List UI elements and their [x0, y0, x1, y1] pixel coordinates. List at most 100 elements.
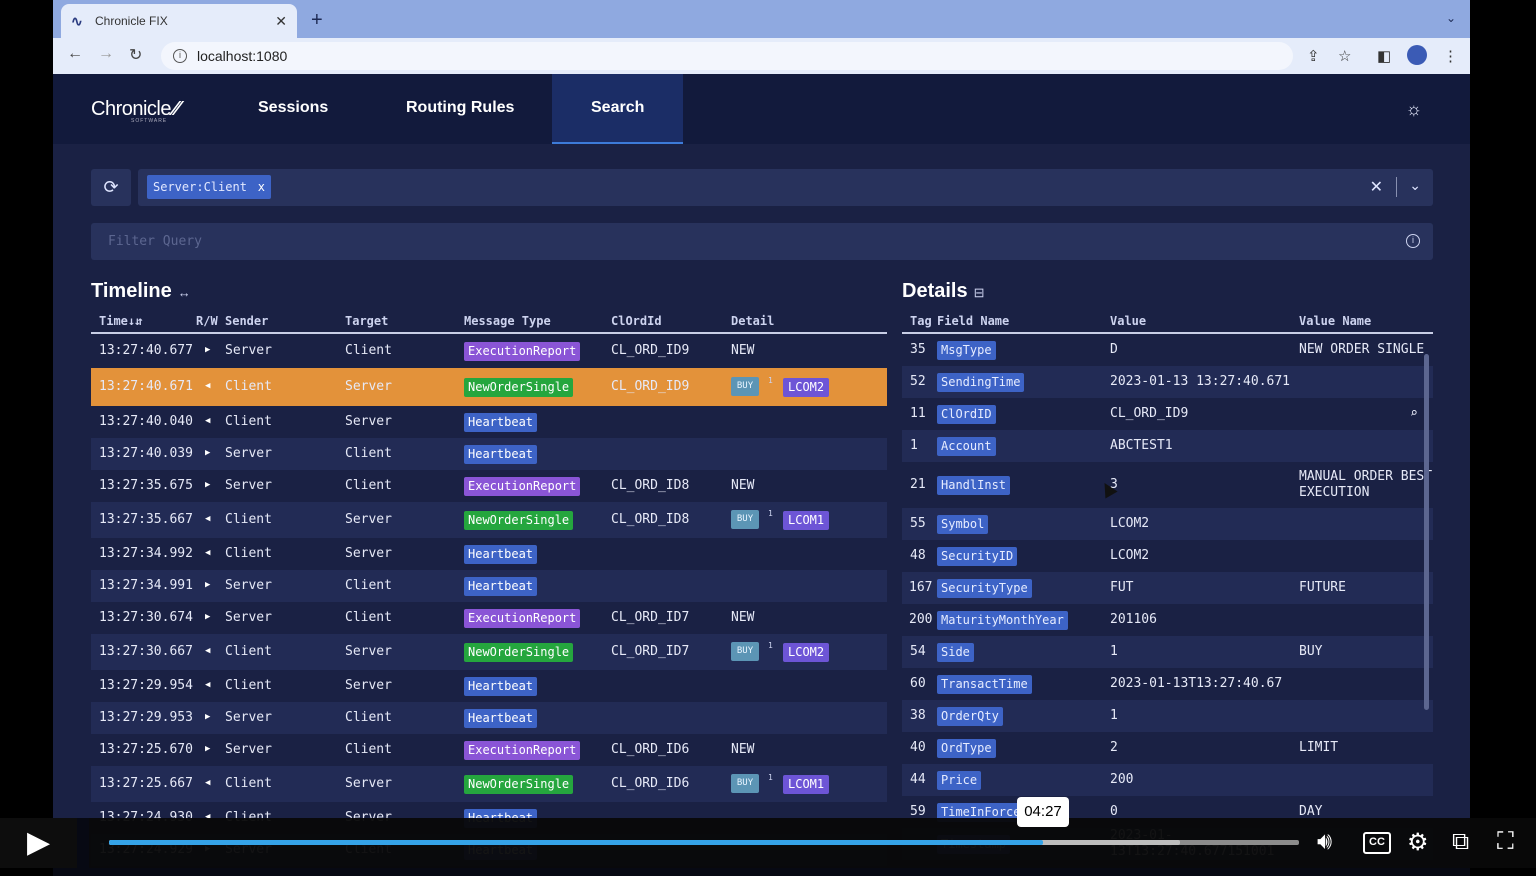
table-row[interactable]: 13:27:34.991 ▶ Server Client Heartbeat [91, 570, 887, 602]
row-target: Client [345, 610, 392, 625]
theme-toggle-sun-icon[interactable]: ☼ [1406, 99, 1423, 120]
video-progress-track[interactable] [109, 840, 1299, 845]
table-row[interactable]: 13:27:29.954 ◀ Client Server Heartbeat [91, 670, 887, 702]
details-scrollbar[interactable] [1424, 354, 1429, 710]
tab-close-icon[interactable]: ✕ [275, 13, 287, 30]
quantity-superscript: 1 [768, 376, 773, 385]
back-arrow-icon[interactable]: ← [67, 45, 83, 63]
col-tag: Tag [910, 314, 932, 328]
direction-in-icon: ◀ [205, 416, 211, 426]
detail-row[interactable]: 21 HandlInst 3 MANUAL ORDER BEST EXECUTION [902, 462, 1433, 508]
new-tab-button[interactable]: + [311, 9, 323, 32]
side-panel-icon[interactable]: ◧ [1377, 47, 1391, 65]
detail-row[interactable]: 167 SecurityType FUT FUTURE [902, 572, 1433, 604]
url-text: localhost:1080 [197, 48, 288, 64]
detail-row[interactable]: 55 Symbol LCOM2 [902, 508, 1433, 540]
browser-tab[interactable]: ∿ Chronicle FIX ✕ [61, 4, 297, 38]
chip-remove-icon[interactable]: x [258, 175, 265, 199]
field-name-badge: Side [937, 643, 974, 662]
tab-title: Chronicle FIX [95, 14, 168, 28]
message-type-badge: Heartbeat [464, 413, 538, 432]
forward-arrow-icon[interactable]: → [98, 45, 114, 63]
filter-info-icon[interactable]: i [1406, 234, 1420, 248]
site-info-icon[interactable]: i [173, 49, 187, 63]
bookmark-star-icon[interactable]: ☆ [1338, 47, 1351, 65]
row-target: Client [345, 742, 392, 757]
search-value-icon[interactable]: ⌕ [1410, 406, 1418, 421]
detail-row[interactable]: 35 MsgType D NEW ORDER SINGLE [902, 334, 1433, 366]
detail-row[interactable]: 40 OrdType 2 LIMIT [902, 732, 1433, 764]
detail-row[interactable]: 52 SendingTime 2023-01-13 13:27:40.671 [902, 366, 1433, 398]
play-button[interactable]: ▶ [0, 818, 77, 868]
message-type-badge: NewOrderSingle [464, 643, 574, 662]
row-target: Server [345, 644, 392, 659]
browser-menu-icon[interactable]: ⋮ [1443, 47, 1458, 65]
detail-row[interactable]: 48 SecurityID LCOM2 [902, 540, 1433, 572]
detail-row[interactable]: 1 Account ABCTEST1 [902, 430, 1433, 462]
table-row[interactable]: 13:27:40.677 ▶ Server Client ExecutionReport… [91, 334, 887, 368]
col-time[interactable]: Time↓⇵ [99, 314, 142, 328]
nav-search[interactable]: Search [552, 74, 684, 144]
col-detail: Detail [731, 314, 775, 328]
table-row[interactable]: 13:27:30.667 ◀ Client Server NewOrderSingle C… [91, 634, 887, 670]
symbol-badge: LCOM2 [783, 643, 830, 662]
col-value-name: Value Name [1299, 314, 1372, 328]
nav-sessions[interactable]: Sessions [258, 74, 328, 144]
table-row[interactable]: 13:27:25.670 ▶ Server Client ExecutionReport… [91, 734, 887, 766]
profile-avatar-icon[interactable] [1407, 45, 1427, 65]
table-row[interactable]: 13:27:34.992 ◀ Client Server Heartbeat [91, 538, 887, 570]
dropdown-chevron-icon[interactable]: ⌄ [1409, 177, 1421, 194]
filter-query-input[interactable] [91, 223, 1391, 260]
row-time: 13:27:40.039 [99, 446, 193, 461]
address-bar[interactable]: i localhost:1080 [161, 42, 1293, 70]
row-sender: Server [225, 578, 272, 593]
table-row[interactable]: 13:27:35.675 ▶ Server Client ExecutionReport… [91, 470, 887, 502]
table-row[interactable]: 13:27:35.667 ◀ Client Server NewOrderSingle C… [91, 502, 887, 538]
table-row[interactable]: 13:27:40.040 ◀ Client Server Heartbeat [91, 406, 887, 438]
closed-captions-button[interactable]: CC [1363, 832, 1391, 854]
detail-row[interactable]: 44 Price 200 [902, 764, 1433, 796]
session-chip[interactable]: Server:Client x [147, 175, 271, 199]
table-row[interactable]: 13:27:40.671 ◀ Client Server NewOrderSingle C… [91, 368, 887, 406]
side-badge: BUY [731, 642, 759, 661]
detail-value: 201106 [1110, 612, 1157, 627]
session-chip-label: Server:Client [153, 180, 247, 194]
detail-row[interactable]: 60 TransactTime 2023-01-13T13:27:40.67 [902, 668, 1433, 700]
video-progress-fill [109, 840, 1044, 845]
timeline-table: Time↓⇵ R/W Sender Target Message Type Cl… [91, 310, 887, 866]
field-name-badge: ClOrdID [937, 405, 996, 424]
expand-horizontal-icon[interactable]: ↔ [178, 285, 191, 300]
row-target: Server [345, 776, 392, 791]
table-row[interactable]: 13:27:30.674 ▶ Server Client ExecutionReport… [91, 602, 887, 634]
nav-routing-rules[interactable]: Routing Rules [406, 74, 514, 144]
row-time: 13:27:29.954 [99, 678, 193, 693]
detail-row[interactable]: 200 MaturityMonthYear 201106 [902, 604, 1433, 636]
detail-tag: 55 [910, 516, 926, 531]
share-icon[interactable]: ⇪ [1307, 47, 1320, 65]
volume-icon[interactable]: 🔊︎ [1317, 828, 1332, 856]
detail-tag: 1 [910, 438, 918, 453]
fullscreen-icon[interactable]: ⛶ [1497, 828, 1514, 856]
tab-search-chevron-icon[interactable]: ⌄ [1446, 11, 1456, 25]
video-time-tooltip: 04:27 [1017, 797, 1069, 827]
settings-gear-icon[interactable]: ⚙ [1407, 828, 1429, 857]
direction-in-icon: ◀ [205, 548, 211, 558]
row-clordid: CL_ORD_ID9 [611, 343, 690, 358]
picture-in-picture-icon[interactable]: ⧉ [1452, 828, 1469, 856]
chronicle-logo[interactable]: Chronicle ⁄⁄ SOFTWARE [91, 98, 179, 124]
table-row[interactable]: 13:27:29.953 ▶ Server Client Heartbeat [91, 702, 887, 734]
refresh-button[interactable]: ⟳ [91, 169, 131, 206]
details-message-icon[interactable]: ⊟ [974, 285, 985, 300]
clear-selection-icon[interactable]: ✕ [1370, 177, 1383, 197]
reload-icon[interactable]: ↻ [129, 45, 142, 65]
table-row[interactable]: 13:27:40.039 ▶ Server Client Heartbeat [91, 438, 887, 470]
detail-row[interactable]: 38 OrderQty 1 [902, 700, 1433, 732]
session-select[interactable]: Server:Client x ✕ ⌄ [138, 169, 1433, 206]
side-badge: BUY [731, 510, 759, 529]
row-sender: Client [225, 644, 272, 659]
table-row[interactable]: 13:27:25.667 ◀ Client Server NewOrderSingle C… [91, 766, 887, 802]
message-type-badge: NewOrderSingle [464, 511, 574, 530]
detail-row[interactable]: 11 ClOrdID CL_ORD_ID9 ⌕ [902, 398, 1433, 430]
detail-row[interactable]: 54 Side 1 BUY [902, 636, 1433, 668]
detail-value-name: LIMIT [1299, 740, 1339, 755]
